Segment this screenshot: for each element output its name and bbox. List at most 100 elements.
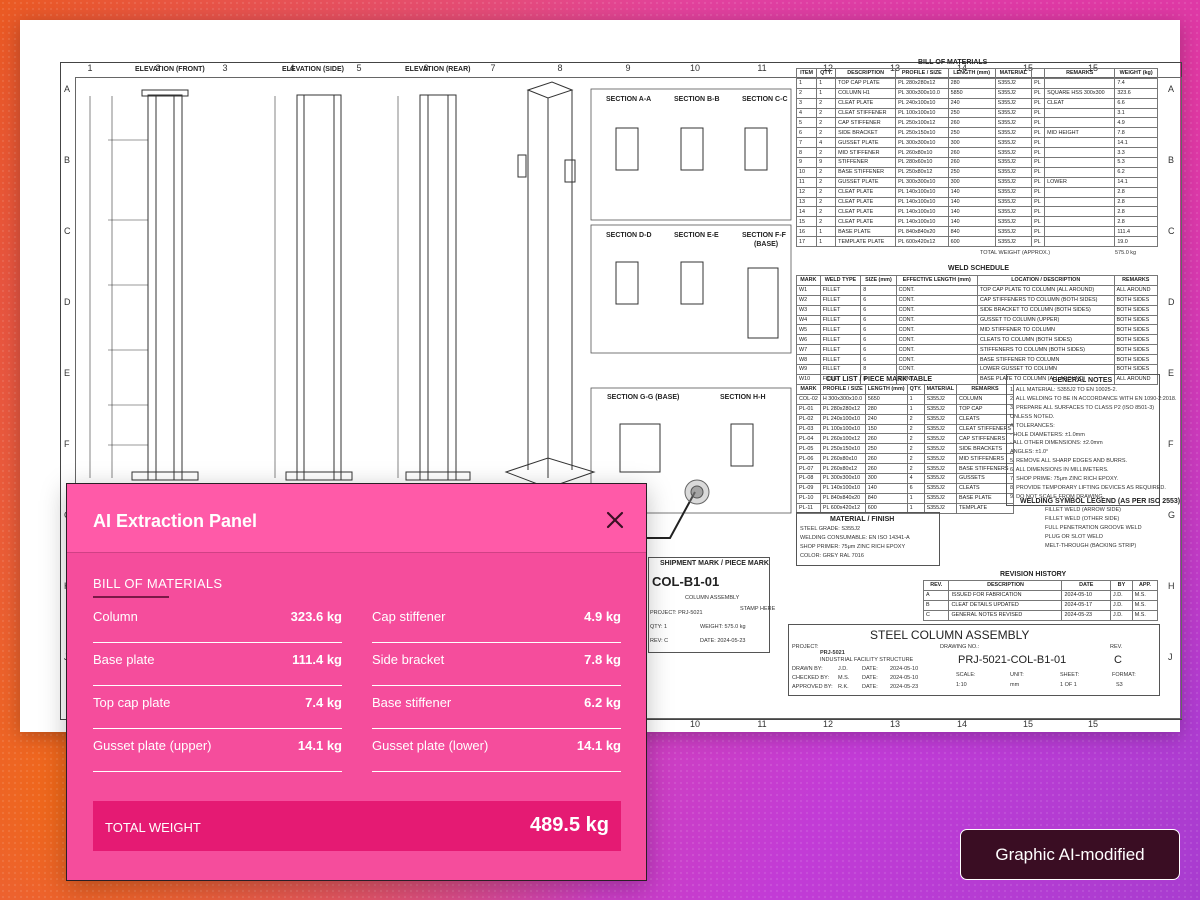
table-cell: W5: [796, 324, 821, 336]
table-row: 11 2 GUSSET PLATE PL 300x300x10 300 S355J2 PL L…: [795, 176, 1158, 188]
table-cell: LOWER GUSSET TO COLUMN: [976, 364, 1115, 375]
table-cell: J.D.: [1110, 599, 1133, 611]
table-cell: S355J2: [994, 166, 1033, 178]
table-cell: PL 300x300x10: [819, 473, 866, 484]
list-item: COLOR: GREY RAL 7016: [800, 553, 864, 559]
list-item: FULL PENETRATION GROOVE WELD: [1045, 525, 1142, 531]
table-row: 17 1 TEMPLATE PLATE PL 600x420x12 600 S355J2 P…: [795, 236, 1158, 248]
table-row: 9 9 STIFFENER PL 280x60x10 260 S355J2 PL 5.3: [795, 157, 1158, 168]
finish-title: MATERIAL / FINISH: [830, 516, 895, 523]
table-cell: 5650: [864, 393, 908, 405]
table-cell: CLEAT STIFFENERS: [956, 423, 1014, 435]
table-cell: W8: [796, 354, 821, 366]
table-header-cell: [1031, 68, 1046, 79]
table-cell: 5.3: [1114, 157, 1158, 168]
stamp-label: STAMP HERE: [740, 606, 776, 612]
table-cell: S355J2: [994, 216, 1033, 228]
table-cell: PL 300x300x10.0: [895, 87, 949, 99]
list-item: 1. ALL MATERIAL: S355J2 TO EN 10025-2.: [1010, 387, 1118, 393]
table-row: W1 FILLET 8 CONT. TOP CAP PLATE TO COLUMN (A…: [796, 284, 1159, 296]
table-cell: S355J2: [994, 196, 1033, 208]
table-cell: 9: [795, 157, 818, 168]
table-cell: [1044, 77, 1116, 89]
list-item: - HOLE DIAMETERS: ±1.0mm: [1010, 431, 1085, 438]
table-cell: BOTH SIDES: [1113, 314, 1159, 326]
bom-item-base-plate: Base plate 111.4 kg: [93, 643, 342, 686]
table-row: COL-02 H 300x300x10.0 5650 1 S355J2 COLUMN: [796, 393, 1014, 405]
table-cell: 10: [795, 166, 818, 178]
bom-item-side-bracket: Side bracket 7.8 kg: [372, 643, 621, 686]
section-bb-title: SECTION B-B: [674, 96, 720, 103]
table-cell: 2: [816, 216, 837, 228]
table-cell: PL: [1031, 206, 1046, 218]
table-cell: 260: [864, 433, 908, 445]
table-cell: TEMPLATE PLATE: [835, 236, 897, 248]
table-cell: CLEAT PLATE: [835, 97, 897, 109]
total-weight-label: TOTAL WEIGHT: [105, 820, 201, 835]
table-cell: W7: [796, 344, 821, 356]
table-row: W2 FILLET 6 CONT. CAP STIFFENERS TO COLUMN (…: [796, 294, 1159, 306]
table-cell: CLEAT PLATE: [835, 216, 897, 228]
checked-by-label: CHECKED BY:: [792, 675, 829, 681]
table-cell: GUSSET PLATE: [835, 176, 897, 188]
table-cell: BOTH SIDES: [1113, 294, 1159, 306]
table-cell: 6: [860, 354, 897, 366]
table-header-cell: LOCATION / DESCRIPTION: [976, 275, 1115, 286]
ai-modified-badge: Graphic AI-modified: [960, 829, 1180, 880]
table-cell: PL 100x100x10: [895, 107, 949, 119]
notes-title: GENERAL NOTES: [1052, 377, 1113, 384]
table-cell: 1: [816, 236, 837, 248]
table-cell: 6.6: [1114, 97, 1158, 109]
unit-value: mm: [1010, 682, 1020, 688]
table-header-cell: PROFILE / SIZE: [819, 384, 866, 395]
section-ee-title: SECTION E-E: [674, 232, 719, 239]
table-cell: SQUARE HSS 300x300: [1044, 87, 1116, 99]
drawing-no: PRJ-5021-COL-B1-01: [958, 654, 1067, 666]
table-cell: 5850: [947, 87, 996, 99]
date-label-2: DATE:: [862, 675, 878, 681]
total-weight-bar: TOTAL WEIGHT 489.5 kg: [93, 801, 621, 851]
table-cell: [1044, 166, 1116, 178]
table-row: PL-05 PL 250x150x10 250 2 S355J2 SIDE BRACKET…: [796, 443, 1014, 455]
total-weight-value: 489.5 kg: [530, 814, 609, 836]
list-item: 2. ALL WELDING TO BE IN ACCORDANCE WITH …: [1010, 395, 1177, 402]
table-cell: CLEATS: [956, 413, 1014, 425]
table-cell: SIDE BRACKET: [835, 127, 897, 139]
shipment-qty: QTY: 1: [650, 624, 668, 630]
table-cell: GENERAL NOTES REVISED: [948, 609, 1063, 621]
table-header-cell: APP.: [1131, 580, 1159, 591]
table-cell: CLEAT PLATE: [835, 206, 897, 218]
section-hh-title: SECTION H-H: [720, 394, 766, 401]
table-cell: PL: [1031, 186, 1046, 198]
drawn-by-value: J.D.: [838, 666, 848, 672]
table-cell: S355J2: [994, 206, 1033, 218]
approved-by-label: APPROVED BY:: [792, 684, 833, 690]
table-cell: W10: [796, 373, 821, 385]
table-cell: PL 140x100x10: [819, 482, 866, 494]
list-item: STEEL GRADE: S355J2: [800, 526, 861, 532]
table-row: 10 2 BASE STIFFENER PL 250x80x12 250 S355J2 PL…: [795, 166, 1158, 178]
table-row: PL-02 PL 240x100x10 240 2 S355J2 CLEATS: [796, 413, 1014, 425]
sheet-value: 1 OF 1: [1060, 682, 1077, 688]
table-cell: MID HEIGHT: [1044, 127, 1116, 139]
table-header-cell: REMARKS: [1044, 68, 1116, 79]
table-row: W3 FILLET 6 CONT. SIDE BRACKET TO COLUMN (BO…: [796, 304, 1159, 316]
table-row: C GENERAL NOTES REVISED 2024-05-23 J.D. M.S.: [922, 609, 1159, 621]
panel-header: AI Extraction Panel: [67, 484, 646, 553]
table-cell: 260: [947, 117, 996, 129]
bom-total-value: 575.0 kg: [1115, 250, 1137, 256]
table-cell: 2024-05-10: [1061, 589, 1112, 601]
list-item: ANGLES: ±1.0°: [1010, 449, 1049, 456]
table-cell: CLEAT STIFFENER: [835, 107, 897, 119]
table-row: 3 2 CLEAT PLATE PL 240x100x10 240 S355J2 PL CLE…: [795, 97, 1158, 109]
table-cell: FILLET: [819, 364, 862, 375]
table-cell: S355J2: [923, 443, 958, 455]
section-ff-title: SECTION F-F: [742, 232, 786, 239]
table-cell: 280: [947, 77, 996, 89]
table-cell: 2024-05-23: [1061, 609, 1112, 621]
list-item: UNLESS NOTED.: [1010, 413, 1055, 420]
close-button[interactable]: [602, 507, 628, 533]
table-cell: S355J2: [994, 176, 1033, 188]
table-cell: 6: [795, 127, 818, 139]
table-cell: 7.4: [1114, 77, 1158, 89]
